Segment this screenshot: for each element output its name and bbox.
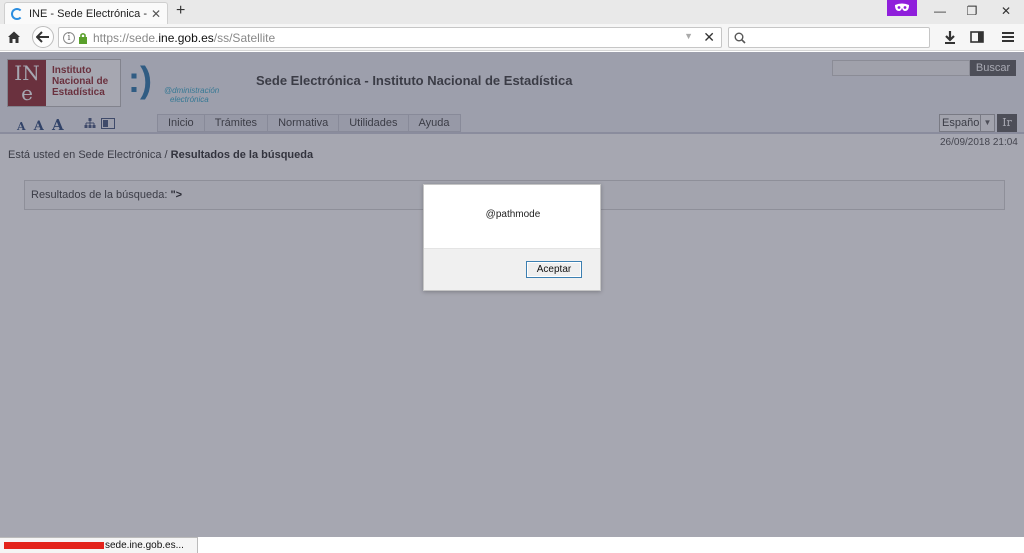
new-tab-button[interactable]: + (176, 3, 185, 19)
modal-overlay (0, 52, 1024, 537)
redaction-mark (4, 541, 104, 549)
arrow-left-icon (36, 31, 49, 43)
home-icon[interactable] (6, 29, 22, 45)
accept-button[interactable]: Aceptar (526, 261, 582, 278)
close-window-button[interactable]: ✕ (996, 3, 1016, 19)
url-text: https://sede.ine.gob.es/ss/Satellite (93, 30, 276, 45)
status-text: sede.ine.gob.es... (105, 540, 184, 551)
tab-bar: INE - Sede Electrónica - Re... ✕ + — ❐ ✕ (0, 0, 1024, 24)
dialog-footer: Aceptar (424, 248, 600, 290)
navigation-bar: i https://sede.ine.gob.es/ss/Satellite ▼… (0, 24, 1024, 51)
lock-icon[interactable] (78, 32, 88, 44)
chevron-down-icon[interactable]: ▼ (684, 31, 693, 41)
browser-tab[interactable]: INE - Sede Electrónica - Re... ✕ (4, 2, 168, 24)
back-button[interactable] (32, 26, 54, 48)
web-page: IN e Instituto Nacional de Estadística :… (0, 52, 1024, 537)
dialog-message: @pathmode (485, 209, 541, 220)
browser-search-input[interactable] (728, 27, 930, 48)
close-tab-icon[interactable]: ✕ (151, 8, 161, 20)
info-icon[interactable]: i (63, 31, 75, 44)
url-bar[interactable]: i https://sede.ine.gob.es/ss/Satellite ▼… (58, 27, 722, 48)
search-icon (734, 32, 746, 44)
restore-button[interactable]: ❐ (962, 3, 982, 19)
close-icon[interactable]: ✕ (703, 29, 715, 46)
tab-title: INE - Sede Electrónica - Re... (29, 7, 147, 20)
alert-dialog: @pathmode Aceptar (423, 184, 601, 291)
sidebar-icon[interactable] (969, 29, 985, 45)
minimize-button[interactable]: — (930, 3, 950, 19)
status-bar: sede.ine.gob.es... (0, 537, 198, 553)
private-browsing-icon (887, 0, 917, 16)
menu-icon[interactable] (1000, 29, 1016, 45)
download-icon[interactable] (942, 29, 958, 45)
loading-icon (11, 7, 23, 20)
